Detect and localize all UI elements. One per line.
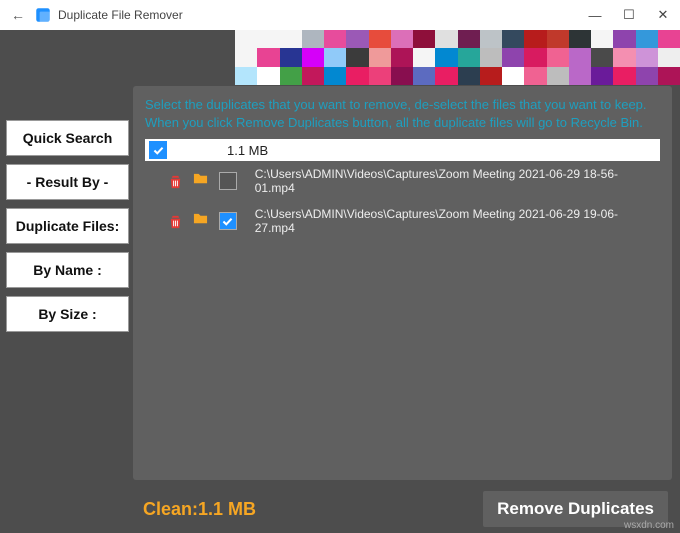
results-panel: Select the duplicates that you want to r… bbox=[133, 86, 672, 480]
app-icon bbox=[34, 6, 52, 24]
watermark: wsxdn.com bbox=[624, 520, 674, 531]
sidebar: Quick Search - Result By - Duplicate Fil… bbox=[6, 120, 129, 340]
header-mosaic bbox=[235, 30, 680, 85]
minimize-button[interactable]: — bbox=[578, 0, 612, 30]
group-header[interactable]: 1.1 MB bbox=[145, 139, 660, 161]
file-checkbox[interactable] bbox=[219, 212, 237, 230]
file-path: C:\Users\ADMIN\Videos\Captures\Zoom Meet… bbox=[255, 167, 656, 195]
result-by-button[interactable]: - Result By - bbox=[6, 164, 129, 200]
duplicate-files-button[interactable]: Duplicate Files: bbox=[6, 208, 129, 244]
titlebar: ← Duplicate File Remover — ☐ ✕ bbox=[0, 0, 680, 30]
file-row[interactable]: C:\Users\ADMIN\Videos\Captures\Zoom Meet… bbox=[145, 161, 660, 201]
trash-icon[interactable] bbox=[167, 214, 185, 229]
quick-search-button[interactable]: Quick Search bbox=[6, 120, 129, 156]
file-row[interactable]: C:\Users\ADMIN\Videos\Captures\Zoom Meet… bbox=[145, 201, 660, 241]
footer: Clean:1.1 MB Remove Duplicates bbox=[133, 485, 672, 527]
app-title: Duplicate File Remover bbox=[58, 8, 183, 22]
file-path: C:\Users\ADMIN\Videos\Captures\Zoom Meet… bbox=[255, 207, 656, 235]
trash-icon[interactable] bbox=[167, 174, 185, 189]
close-button[interactable]: ✕ bbox=[646, 0, 680, 30]
folder-icon[interactable] bbox=[193, 171, 211, 191]
folder-icon[interactable] bbox=[193, 211, 211, 231]
file-list: C:\Users\ADMIN\Videos\Captures\Zoom Meet… bbox=[145, 161, 660, 241]
group-size-label: 1.1 MB bbox=[227, 143, 268, 158]
group-checkbox[interactable] bbox=[149, 141, 167, 159]
by-size-button[interactable]: By Size : bbox=[6, 296, 129, 332]
maximize-button[interactable]: ☐ bbox=[612, 0, 646, 30]
back-icon[interactable]: ← bbox=[8, 7, 28, 23]
clean-size-label: Clean:1.1 MB bbox=[143, 499, 256, 520]
instructions-text: Select the duplicates that you want to r… bbox=[145, 96, 660, 131]
by-name-button[interactable]: By Name : bbox=[6, 252, 129, 288]
file-checkbox[interactable] bbox=[219, 172, 237, 190]
